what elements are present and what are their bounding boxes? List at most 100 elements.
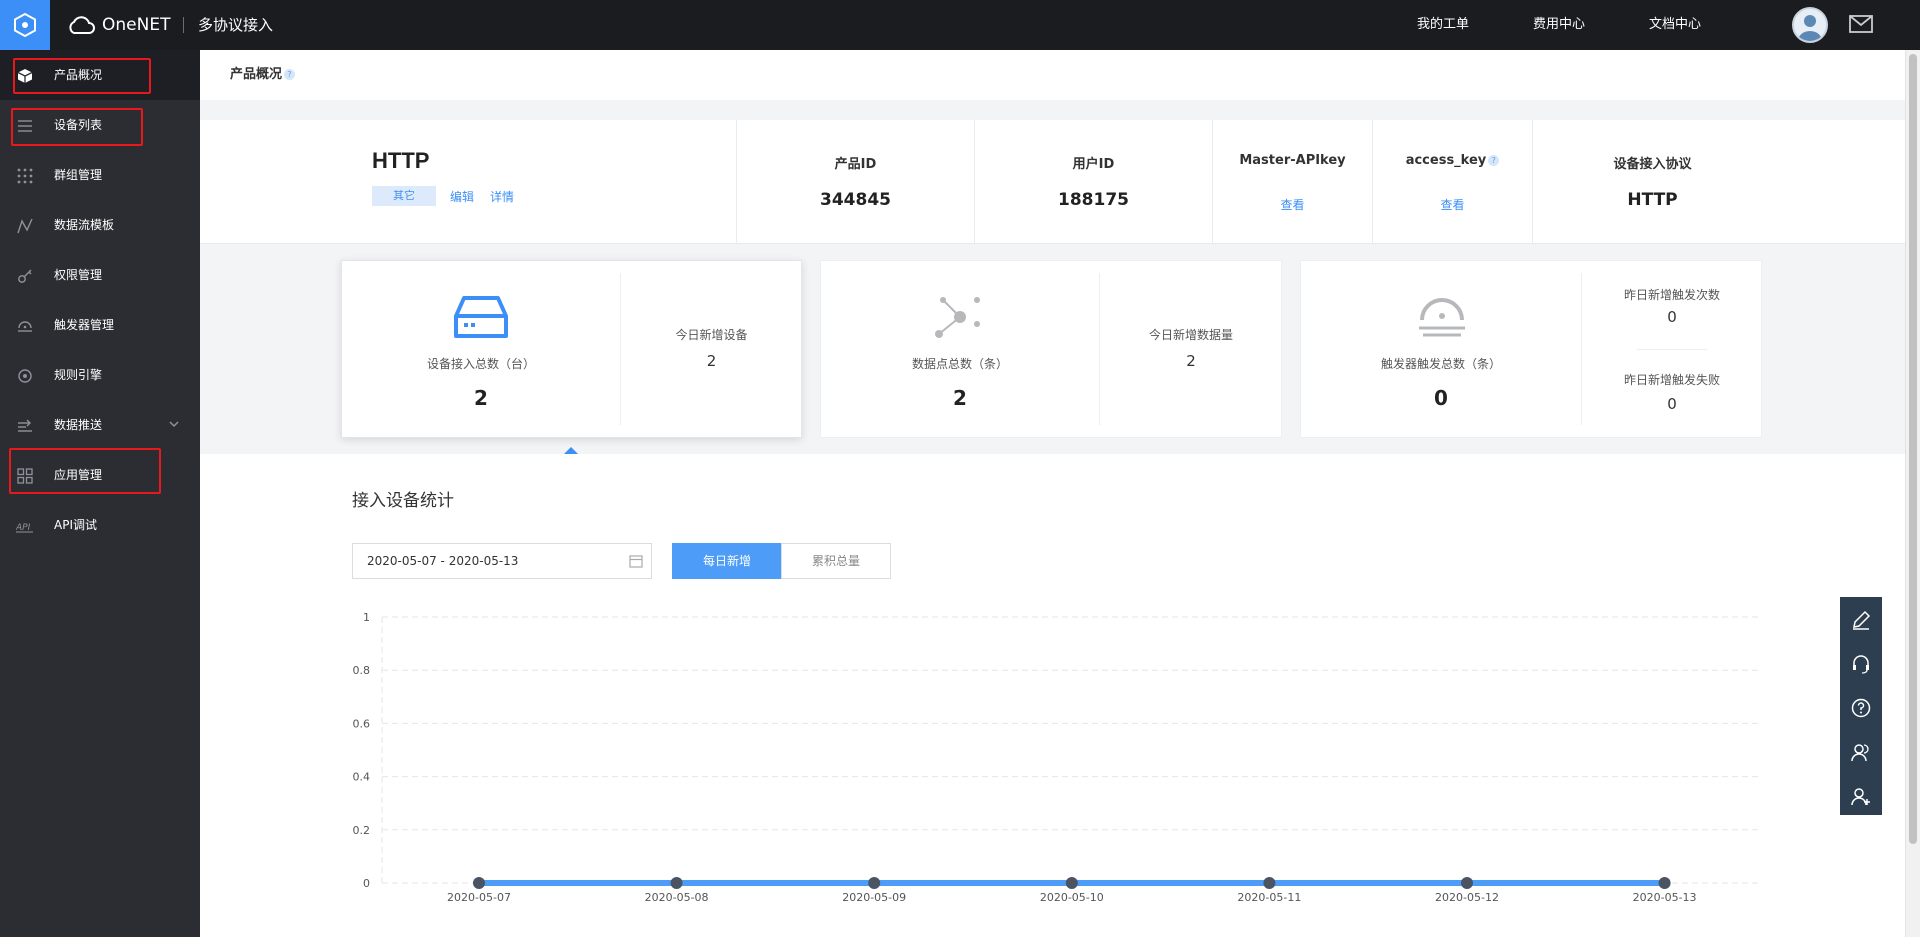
card-side-label: 昨日新增触发次数: [1623, 288, 1720, 302]
card-value: 2: [474, 386, 488, 410]
user-id-field: 用户ID 188175: [974, 120, 1212, 244]
view-master-apikey-link[interactable]: 查看: [1213, 196, 1372, 213]
tab-daily-new[interactable]: 每日新增: [672, 543, 782, 579]
headset-icon[interactable]: [1850, 653, 1872, 675]
product-info: HTTP 其它 编辑 详情 产品ID 344845 用户ID 188175 Ma…: [200, 120, 1905, 244]
card-value: 2: [953, 386, 967, 410]
product-name: HTTP: [372, 148, 430, 173]
sidebar-item-label: 规则引擎: [54, 368, 103, 382]
detail-link[interactable]: 详情: [490, 188, 514, 205]
edit-link[interactable]: 编辑: [450, 188, 474, 205]
field-value: HTTP: [1627, 190, 1678, 210]
sidebar-item-groups[interactable]: 群组管理: [0, 150, 200, 200]
card-label: 数据点总数（条）: [911, 357, 1008, 371]
edit-icon[interactable]: [1850, 609, 1872, 631]
y-tick-label: 0.6: [353, 717, 371, 730]
date-range-value: 2020-05-07 - 2020-05-13: [367, 554, 519, 568]
api-icon: API: [16, 517, 34, 535]
field-value: 344845: [820, 190, 891, 210]
stats-title: 接入设备统计: [352, 491, 454, 511]
product-tag: 其它: [372, 186, 436, 206]
field-label: Master-APIkey: [1239, 153, 1346, 168]
nav-docs[interactable]: 文档中心: [1649, 0, 1701, 50]
page-title: 产品概况?: [230, 50, 296, 100]
group-icon[interactable]: [1850, 741, 1872, 763]
sidebar-item-data-push[interactable]: 数据推送: [0, 400, 200, 450]
x-tick-label: 2020-05-09: [842, 891, 906, 904]
sidebar-item-dataflow-template[interactable]: 数据流模板: [0, 200, 200, 250]
card-label: 触发器触发总数（条）: [1380, 357, 1501, 371]
sidebar-item-label: API调试: [54, 518, 97, 532]
card-side-value: 0: [1667, 395, 1677, 413]
tab-cumulative[interactable]: 累积总量: [781, 543, 891, 579]
x-tick-label: 2020-05-11: [1237, 891, 1301, 904]
view-access-key-link[interactable]: 查看: [1373, 196, 1532, 213]
field-value: 188175: [1058, 190, 1129, 210]
y-tick-label: 0.4: [353, 771, 371, 784]
nav-billing[interactable]: 费用中心: [1533, 0, 1585, 50]
brand-divider: [183, 17, 184, 33]
highlight-box: [9, 448, 161, 494]
help-icon[interactable]: ?: [284, 69, 296, 80]
device-count-card[interactable]: 设备接入总数（台） 2 今日新增设备 2: [341, 260, 802, 438]
x-tick-label: 2020-05-10: [1040, 891, 1104, 904]
access-key-field: access_key? 查看: [1372, 120, 1532, 244]
x-tick-label: 2020-05-08: [645, 891, 709, 904]
nav-my-tickets[interactable]: 我的工单: [1417, 0, 1469, 50]
data-point: [868, 877, 881, 889]
logo-icon[interactable]: [0, 0, 50, 50]
card-side-value: 0: [1667, 308, 1677, 326]
chevron-down-icon[interactable]: [168, 418, 180, 430]
y-tick-label: 1: [363, 611, 370, 624]
data-point: [473, 877, 485, 889]
card-side-label: 昨日新增触发失败: [1623, 373, 1720, 387]
card-divider: [1099, 273, 1100, 425]
brand[interactable]: OneNET: [66, 0, 170, 50]
highlight-box: [11, 108, 143, 146]
key-icon: [16, 267, 34, 285]
sidebar-item-label: 触发器管理: [54, 318, 115, 332]
add-user-icon[interactable]: [1850, 785, 1872, 807]
help-icon[interactable]: ?: [1488, 155, 1500, 166]
x-tick-label: 2020-05-12: [1435, 891, 1499, 904]
field-label: 设备接入协议: [1613, 157, 1692, 172]
protocol-field: 设备接入协议 HTTP: [1532, 120, 1772, 244]
device-box-icon: [454, 296, 508, 338]
push-icon: [16, 417, 34, 435]
card-side-label: 今日新增设备: [675, 328, 748, 342]
trigger-bell-icon: [1419, 298, 1465, 337]
product-line-title: 多协议接入: [198, 16, 274, 34]
x-tick-label: 2020-05-13: [1633, 891, 1697, 904]
sidebar-item-label: 数据流模板: [54, 218, 115, 232]
sidebar-item-permissions[interactable]: 权限管理: [0, 250, 200, 300]
y-tick-label: 0.8: [353, 664, 371, 677]
field-label: access_key?: [1373, 153, 1532, 168]
float-toolbar: [1840, 597, 1882, 815]
sidebar-item-label: 数据推送: [54, 418, 103, 432]
scrollbar-thumb[interactable]: [1909, 54, 1917, 844]
scrollbar[interactable]: [1905, 50, 1920, 937]
cloud-icon: [69, 16, 95, 34]
y-tick-label: 0.2: [353, 824, 371, 837]
sidebar-item-triggers[interactable]: 触发器管理: [0, 300, 200, 350]
brand-name: OneNET: [102, 15, 171, 35]
card-side-label: 今日新增数据量: [1148, 328, 1233, 342]
sidebar-item-rule-engine[interactable]: 规则引擎: [0, 350, 200, 400]
avatar[interactable]: [1792, 7, 1828, 43]
sidebar-item-api-debug[interactable]: API API调试: [0, 500, 200, 550]
field-label: 产品ID: [834, 157, 877, 172]
card-divider: [620, 273, 621, 425]
master-apikey-field: Master-APIkey 查看: [1212, 120, 1372, 244]
datapoint-count-card[interactable]: 数据点总数（条） 2 今日新增数据量 2: [820, 260, 1282, 438]
grid-dots-icon: [16, 167, 34, 185]
date-range-picker[interactable]: 2020-05-07 - 2020-05-13: [352, 543, 652, 579]
sidebar-item-label: 权限管理: [54, 268, 103, 282]
top-bar: OneNET 多协议接入 我的工单 费用中心 文档中心: [0, 0, 1920, 50]
highlight-box: [13, 58, 151, 94]
help-icon[interactable]: [1850, 697, 1872, 719]
trigger-count-card[interactable]: 触发器触发总数（条） 0 昨日新增触发次数 0 昨日新增触发失败 0: [1300, 260, 1762, 438]
page-header: 产品概况?: [200, 50, 1905, 100]
mail-icon[interactable]: [1849, 15, 1873, 33]
datapoint-icon: [935, 297, 980, 338]
dataflow-icon: [16, 217, 34, 235]
